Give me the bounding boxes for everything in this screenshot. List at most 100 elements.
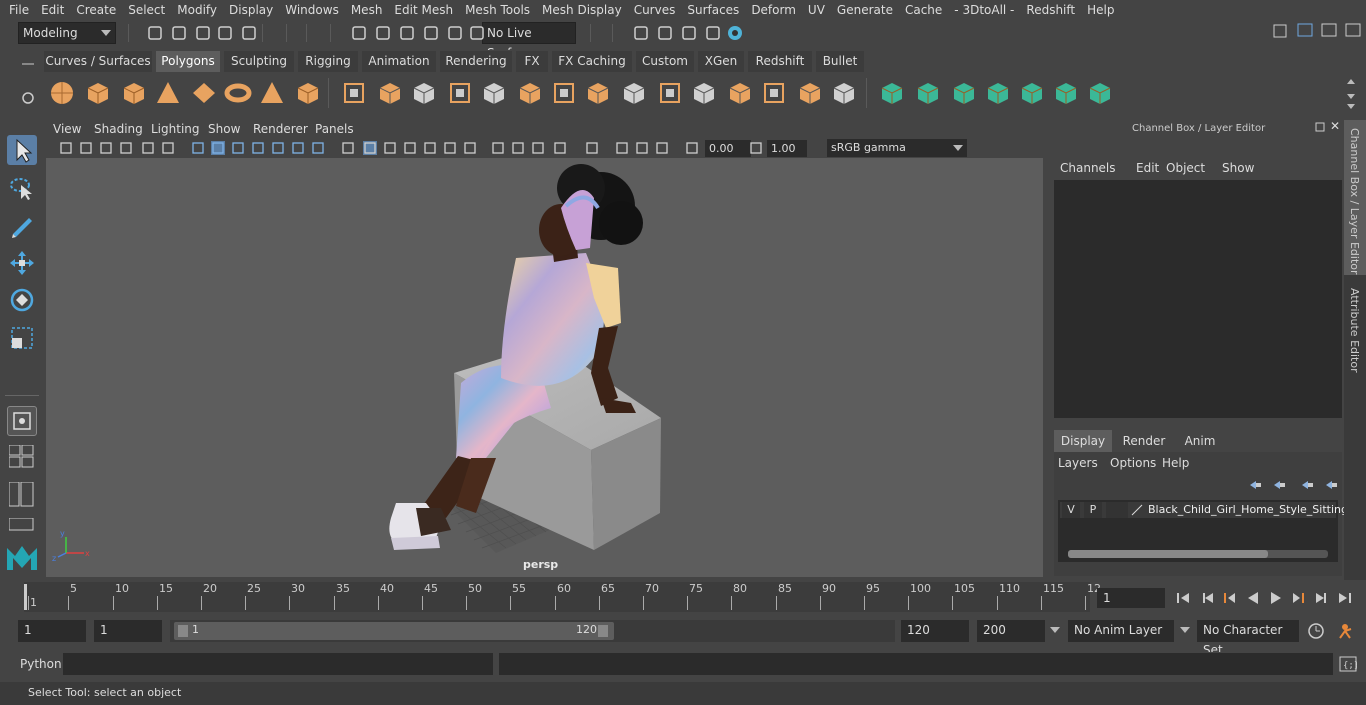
shelf-tab[interactable]: Polygons <box>156 51 220 72</box>
new-layer-icon[interactable] <box>1300 478 1314 492</box>
combine-icon[interactable] <box>340 79 368 107</box>
go-to-end-icon[interactable] <box>1337 590 1353 606</box>
channel-box-menu-item[interactable]: Show <box>1222 161 1254 175</box>
layer-menu-item[interactable]: Help <box>1162 456 1189 470</box>
menu-item[interactable]: Select <box>122 0 171 20</box>
layout-four-view-icon[interactable] <box>8 444 35 469</box>
select-component-icon[interactable] <box>398 24 416 42</box>
bevel-icon[interactable] <box>516 79 544 107</box>
redo-icon[interactable] <box>240 24 258 42</box>
camera-icon[interactable] <box>59 141 73 155</box>
snap-point-icon[interactable] <box>468 24 486 42</box>
menu-item[interactable]: UV <box>802 0 831 20</box>
mode-dropdown[interactable]: Modeling <box>18 22 116 44</box>
go-to-start-icon[interactable] <box>1175 590 1191 606</box>
ipr-render-icon[interactable] <box>680 24 698 42</box>
step-forward-key-icon[interactable] <box>1314 590 1330 606</box>
render-settings-icon[interactable] <box>704 24 722 42</box>
layer-tab[interactable]: Render <box>1114 430 1174 452</box>
workspace-icons[interactable] <box>1270 22 1364 38</box>
shelf-tab[interactable]: Rigging <box>298 51 358 72</box>
shelf-tab[interactable]: Animation <box>362 51 436 72</box>
shelf-menu-icon[interactable] <box>18 56 38 116</box>
layout-graph-icon[interactable] <box>8 517 35 532</box>
play-forward-icon[interactable] <box>1268 590 1284 606</box>
float-icon[interactable] <box>1314 121 1326 133</box>
current-time-marker[interactable] <box>24 584 27 610</box>
menu-item[interactable]: File <box>0 0 35 20</box>
menu-item[interactable]: Mesh Display <box>536 0 628 20</box>
select-object-icon[interactable] <box>374 24 392 42</box>
shelf-tab[interactable]: Sculpting <box>224 51 294 72</box>
multi-cut-icon[interactable] <box>550 79 578 107</box>
poly-cylinder-icon[interactable] <box>120 79 148 107</box>
menu-item[interactable]: Mesh <box>345 0 389 20</box>
separate-icon[interactable] <box>376 79 404 107</box>
layer-tab[interactable]: Display <box>1054 430 1112 452</box>
channel-box-menu-item[interactable]: Channels <box>1060 161 1116 175</box>
range-handle-right[interactable] <box>598 625 608 637</box>
shelf-tab[interactable]: Rendering <box>440 51 512 72</box>
viewport-menu-item[interactable]: Renderer <box>253 122 308 136</box>
xray-joints-icon[interactable] <box>383 141 397 155</box>
menu-item[interactable]: Cache <box>899 0 948 20</box>
gamma-icon[interactable] <box>685 141 699 155</box>
snap-curve-icon[interactable] <box>446 24 464 42</box>
lock-camera-icon[interactable] <box>79 141 93 155</box>
move-tool-icon[interactable] <box>7 248 37 278</box>
save-scene-icon[interactable] <box>194 24 212 42</box>
animation-prefs-icon[interactable] <box>1336 622 1356 640</box>
extrude-icon[interactable] <box>584 79 612 107</box>
xray-icon[interactable] <box>363 141 377 155</box>
extract-icon[interactable] <box>480 79 508 107</box>
layer-scrollbar[interactable] <box>1068 550 1328 558</box>
uv-spherical-icon[interactable] <box>950 79 978 107</box>
bridge-icon[interactable] <box>620 79 648 107</box>
ao-icon[interactable] <box>311 141 325 155</box>
layer-visibility-toggle[interactable]: V <box>1062 502 1080 518</box>
field-chart-icon[interactable] <box>635 141 649 155</box>
chevron-down-icon[interactable] <box>1050 627 1060 633</box>
menu-item[interactable]: Windows <box>279 0 345 20</box>
viewport-menu-item[interactable]: View <box>53 122 81 136</box>
paint-select-tool-icon[interactable] <box>7 210 37 240</box>
exposure-icon[interactable] <box>655 141 669 155</box>
channel-box-menu-item[interactable]: Object <box>1166 161 1205 175</box>
append-icon[interactable] <box>656 79 684 107</box>
chevron-down-icon[interactable] <box>1180 627 1190 633</box>
layer-playback-toggle[interactable]: P <box>1084 502 1102 518</box>
menu-item[interactable]: Mesh Tools <box>459 0 536 20</box>
poly-cone-icon[interactable] <box>154 79 182 107</box>
safe-action-icon[interactable] <box>615 141 629 155</box>
time-slider[interactable]: 1 5 10 15 20 25 30 35 40 45 50 55 60 65 70 75 80 85 90 95 10… <box>18 582 1101 612</box>
shade-flat-icon[interactable] <box>231 141 245 155</box>
undo-icon[interactable] <box>216 24 234 42</box>
grid-icon[interactable] <box>141 141 155 155</box>
shelf-tab[interactable]: Bullet <box>816 51 864 72</box>
retopo-icon[interactable] <box>830 79 858 107</box>
script-editor-icon[interactable]: {;} <box>1339 656 1359 672</box>
fill-hole-icon[interactable] <box>760 79 788 107</box>
uv-editor-icon[interactable] <box>1018 79 1046 107</box>
layer-row[interactable]: V P Black_Child_Girl_Home_Style_Sitting_ <box>1060 502 1353 518</box>
isolate-icon[interactable] <box>403 141 417 155</box>
shelf-tab[interactable]: Redshift <box>748 51 812 72</box>
smooth-icon[interactable] <box>446 79 474 107</box>
poly-sphere-icon[interactable] <box>48 79 76 107</box>
layer-type-toggle[interactable] <box>1106 502 1128 518</box>
poly-pyramid-icon[interactable] <box>258 79 286 107</box>
menu-item[interactable]: Edit Mesh <box>388 0 459 20</box>
render-view-icon[interactable] <box>632 24 650 42</box>
boolean-icon[interactable] <box>796 79 824 107</box>
menu-item[interactable]: Display <box>223 0 279 20</box>
step-forward-frame-icon[interactable] <box>1291 590 1307 606</box>
gamma-field[interactable]: 1.00 <box>767 140 807 157</box>
move-layer-down-icon[interactable] <box>1272 478 1286 492</box>
layer-color-icon[interactable] <box>1130 504 1144 516</box>
layer-menu-item[interactable]: Options <box>1110 456 1156 470</box>
new-scene-icon[interactable] <box>146 24 164 42</box>
viewport-menu-item[interactable]: Show <box>208 122 240 136</box>
render-icon[interactable] <box>656 24 674 42</box>
menu-item[interactable]: Surfaces <box>681 0 745 20</box>
channel-box-area[interactable] <box>1054 180 1342 418</box>
